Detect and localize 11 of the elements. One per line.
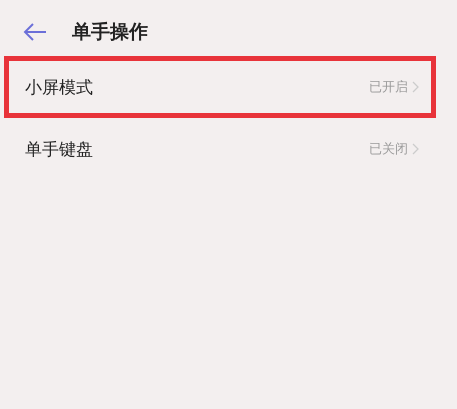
settings-row[interactable]: 单手键盘 已关闭 [4,118,436,180]
setting-label: 单手键盘 [25,138,93,160]
page-title: 单手操作 [72,20,148,45]
setting-value: 已开启 [369,79,408,96]
highlighted-settings-row[interactable]: 小屏模式 已开启 [4,56,436,118]
chevron-right-icon [412,81,419,93]
setting-label: 小屏模式 [25,76,93,98]
setting-value: 已关闭 [369,141,408,158]
back-button[interactable] [22,22,48,42]
back-arrow-icon [22,22,48,42]
chevron-right-icon [412,143,419,155]
